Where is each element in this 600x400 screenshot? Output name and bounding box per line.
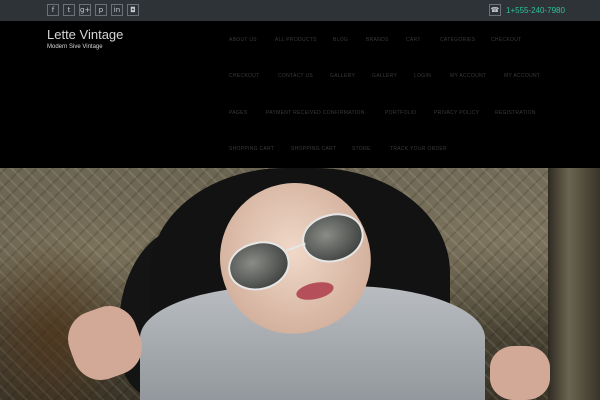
nav-item-checkout-2[interactable]: CHECKOUT — [229, 73, 259, 80]
nav-item-track-your-order[interactable]: TRACK YOUR ORDER — [390, 146, 447, 153]
nav-item-privacy-policy[interactable]: PRIVACY POLICY — [434, 110, 479, 117]
site-title[interactable]: Lette Vintage — [47, 27, 123, 43]
nav-item-shopping-cart-2[interactable]: SHOPPING CART — [291, 146, 336, 153]
nav-item-blog[interactable]: BLOG — [333, 37, 348, 44]
nav-item-login[interactable]: LOGIN — [414, 73, 431, 80]
nav-item-my-account-2[interactable]: MY ACCOUNT — [504, 73, 540, 80]
nav-item-my-account[interactable]: MY ACCOUNT — [450, 73, 486, 80]
linkedin-icon[interactable]: in — [111, 4, 123, 16]
phone-icon: ☎ — [489, 4, 501, 16]
nav-item-gallery-2[interactable]: GALLERY — [372, 73, 397, 80]
instagram-icon[interactable]: ◘ — [127, 4, 139, 16]
site-tagline: Modern Sive Vintage — [47, 44, 103, 50]
nav-item-about-us[interactable]: ABOUT US — [229, 37, 257, 44]
nav-item-payment-received-confirmation[interactable]: PAYMENT RECEIVED CONFIRMATION — [266, 110, 365, 117]
nav-item-pages[interactable]: PAGES — [229, 110, 247, 117]
nav-item-registration[interactable]: REGISTRATION — [495, 110, 536, 117]
facebook-icon[interactable]: f — [47, 4, 59, 16]
nav-item-contact-us[interactable]: CONTACT US — [278, 73, 313, 80]
nav-item-checkout[interactable]: CHECKOUT — [491, 37, 521, 44]
twitter-icon[interactable]: t — [63, 4, 75, 16]
hero-image — [0, 168, 600, 400]
phone-number[interactable]: 1+555-240-7980 — [506, 5, 565, 16]
nav-item-categories[interactable]: CATEGORIES — [440, 37, 475, 44]
nav-item-shopping-cart[interactable]: SHOPPING CART — [229, 146, 274, 153]
nav-item-cart[interactable]: CART — [406, 37, 421, 44]
nav-item-all-products[interactable]: ALL PRODUCTS — [275, 37, 317, 44]
social-links: f t g+ p in ◘ — [47, 4, 139, 16]
site-header: Lette Vintage Modern Sive Vintage ABOUT … — [0, 21, 600, 168]
right-hand — [490, 346, 550, 400]
nav-item-portfolio[interactable]: PORTFOLIO — [385, 110, 417, 117]
pinterest-icon[interactable]: p — [95, 4, 107, 16]
nav-item-store[interactable]: STORE — [352, 146, 371, 153]
nav-item-gallery[interactable]: GALLERY — [330, 73, 355, 80]
google-plus-icon[interactable]: g+ — [79, 4, 91, 16]
nav-item-brands[interactable]: BRANDS — [366, 37, 389, 44]
metal-pole — [548, 168, 600, 400]
top-bar: f t g+ p in ◘ ☎ 1+555-240-7980 — [0, 0, 600, 21]
